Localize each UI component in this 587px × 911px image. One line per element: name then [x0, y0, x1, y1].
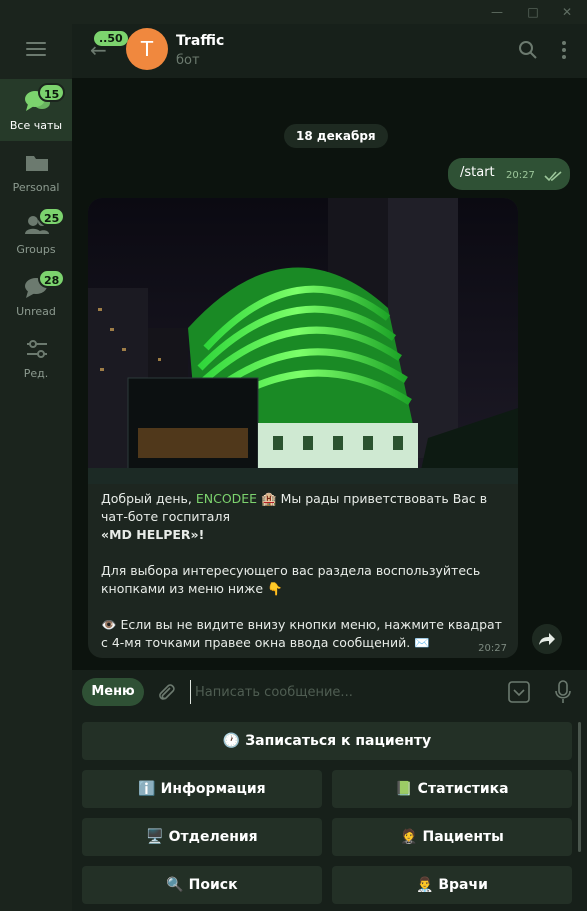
patients-button[interactable]: 🤵 Пациенты — [332, 818, 572, 856]
folder-label: Personal — [12, 181, 60, 194]
maximize-icon[interactable]: □ — [524, 3, 542, 21]
folder-edit[interactable]: Ред. — [0, 327, 72, 389]
bot-keyboard: 🕐 Записаться к пациенту ℹ️ Информация 📗 … — [72, 714, 587, 911]
information-button[interactable]: ℹ️ Информация — [82, 770, 322, 808]
avatar[interactable]: T — [126, 28, 168, 70]
chat-subtitle: бот — [176, 53, 200, 68]
chat-header: ← ..50 T Traffic бот — [72, 24, 587, 78]
more-vertical-icon[interactable] — [554, 40, 574, 60]
paperclip-icon[interactable] — [156, 682, 176, 702]
hospital-name: «MD HELPER»! — [101, 527, 205, 542]
incoming-message[interactable]: Добрый день, ENCODEE 🏨 Мы рады приветств… — [88, 198, 518, 658]
window-titlebar: — □ ✕ — [0, 0, 587, 24]
message-text: /start — [460, 165, 495, 180]
folder-badge: 15 — [38, 83, 66, 102]
folder-icon — [26, 156, 48, 171]
hamburger-menu-icon[interactable] — [26, 42, 46, 58]
instructions-text: Для выбора интересующего вас раздела вос… — [101, 563, 481, 596]
keyboard-toggle-icon[interactable] — [508, 681, 530, 703]
folder-groups[interactable]: 25 Groups — [0, 203, 72, 265]
folders-sidebar: 15 Все чаты Personal 25 Groups 28 Unread… — [0, 24, 72, 911]
user-name: ENCODEE — [195, 491, 258, 506]
folder-label: Ред. — [23, 367, 49, 380]
outgoing-message[interactable]: /start 20:27 — [448, 158, 570, 190]
statistics-button[interactable]: 📗 Статистика — [332, 770, 572, 808]
folder-label: Groups — [16, 243, 56, 256]
search-button[interactable]: 🔍 Поиск — [82, 866, 322, 904]
folder-label: Unread — [16, 305, 56, 318]
departments-button[interactable]: 🖥️ Отделения — [82, 818, 322, 856]
doctors-button[interactable]: 👨‍⚕️ Врачи — [332, 866, 572, 904]
message-list[interactable]: 18 декабря /start 20:27 Добрый день, ENC… — [72, 78, 587, 670]
unread-counter-badge: ..50 — [94, 31, 128, 46]
folder-badge: 25 — [38, 207, 66, 226]
folder-all-chats[interactable]: 15 Все чаты — [0, 79, 72, 141]
chat-title[interactable]: Traffic — [176, 33, 224, 49]
folder-unread[interactable]: 28 Unread — [0, 265, 72, 327]
close-icon[interactable]: ✕ — [558, 3, 576, 21]
search-icon[interactable] — [518, 40, 538, 60]
edit-filters-icon — [27, 340, 47, 358]
message-time: 20:27 — [478, 643, 507, 654]
greeting-text: Добрый день, — [101, 491, 196, 506]
message-time: 20:27 — [506, 170, 535, 181]
double-check-icon — [544, 171, 562, 182]
hint-text: 👁️ Если вы не видите внизу кнопки меню, … — [101, 617, 502, 650]
book-patient-button[interactable]: 🕐 Записаться к пациенту — [82, 722, 572, 760]
bot-menu-button[interactable]: Меню — [82, 678, 144, 706]
microphone-icon[interactable] — [554, 680, 572, 704]
message-photo[interactable] — [88, 198, 518, 484]
forward-icon[interactable] — [532, 624, 562, 654]
date-separator: 18 декабря — [284, 124, 388, 148]
minimize-icon[interactable]: — — [488, 3, 506, 21]
folder-personal[interactable]: Personal — [0, 141, 72, 203]
message-text: Добрый день, ENCODEE 🏨 Мы рады приветств… — [101, 490, 507, 652]
keyboard-scrollbar[interactable] — [578, 722, 581, 852]
message-composer: Меню — [72, 670, 587, 714]
message-input[interactable] — [190, 680, 490, 704]
folder-label: Все чаты — [9, 119, 63, 132]
folder-badge: 28 — [38, 269, 66, 288]
